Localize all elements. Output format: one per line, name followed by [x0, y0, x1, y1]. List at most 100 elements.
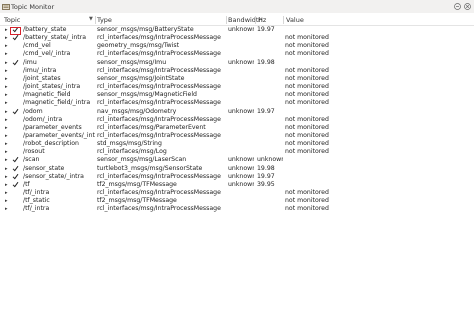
hz-value: 19.97	[257, 107, 275, 115]
table-row[interactable]: ▸ /cmd_vel/_intra rcl_interfaces/msg/Intra…	[0, 50, 474, 58]
expand-arrow-icon[interactable]: ▸	[5, 140, 8, 148]
selection-highlight	[10, 27, 21, 35]
expand-arrow-icon[interactable]: ▸	[5, 108, 8, 116]
table-row[interactable]: ▸ /tf/_intra rcl_interfaces/msg/IntraProce…	[0, 189, 474, 197]
topic-name: /tf/_intra	[23, 205, 50, 213]
expand-arrow-icon[interactable]: ▸	[5, 124, 8, 132]
value-cell: not monitored	[285, 83, 329, 91]
message-type: sensor_msgs/msg/LaserScan	[97, 156, 187, 164]
table-row[interactable]: ▸ /odom/_intra rcl_interfaces/msg/IntraPro…	[0, 116, 474, 124]
topic-name: /parameter_events/_intra	[23, 131, 95, 139]
table-row[interactable]: ▸ /tf tf2_msgs/msg/TFMessage unknown 39.95	[0, 181, 474, 189]
hz-value: 19.98	[257, 58, 275, 66]
topic-name: /tf	[23, 180, 30, 188]
message-type: nav_msgs/msg/Odometry	[97, 107, 177, 115]
table-row[interactable]: ▸ /battery_state/_intra rcl_interfaces/msg…	[0, 34, 474, 42]
value-cell: not monitored	[285, 115, 329, 123]
topic-name: /battery_state	[23, 26, 67, 33]
message-type: rcl_interfaces/msg/IntraProcessMessage	[97, 99, 221, 107]
expand-arrow-icon[interactable]: ▸	[5, 173, 8, 181]
expand-arrow-icon[interactable]: ▸	[5, 165, 8, 173]
table-row[interactable]: ▸ /odom nav_msgs/msg/Odometry unknown 19.97	[0, 108, 474, 116]
value-cell: not monitored	[285, 131, 329, 139]
table-row[interactable]: ▸ /rosout rcl_interfaces/msg/Log not monito…	[0, 148, 474, 156]
value-cell: not monitored	[285, 34, 329, 42]
expand-arrow-icon[interactable]: ▸	[5, 42, 8, 50]
message-type: rcl_interfaces/msg/IntraProcessMessage	[97, 131, 221, 139]
column-divider[interactable]	[226, 16, 227, 24]
sort-descending-icon[interactable]: ▼	[89, 16, 93, 22]
expand-arrow-icon[interactable]: ▸	[5, 99, 8, 107]
table-row[interactable]: ▸ /tf/_intra rcl_interfaces/msg/IntraProce…	[0, 205, 474, 213]
table-row[interactable]: ▸ /sensor_state/_intra rcl_interfaces/msg/…	[0, 173, 474, 181]
table-row[interactable]: ▸ /cmd_vel geometry_msgs/msg/Twist not moni…	[0, 42, 474, 50]
value-cell: not monitored	[285, 91, 329, 99]
topic-name: /joint_states/_intra	[23, 83, 81, 91]
column-header-value[interactable]: Value	[286, 16, 304, 24]
table-row[interactable]: ▸ /joint_states sensor_msgs/msg/JointState…	[0, 75, 474, 83]
table-row[interactable]: ▸ /imu sensor_msgs/msg/Imu unknown 19.98	[0, 59, 474, 67]
expand-arrow-icon[interactable]: ▸	[5, 181, 8, 189]
table-row[interactable]: ▸ /parameter_events/_intra rcl_interfaces/…	[0, 132, 474, 140]
table-row[interactable]: ▸ /joint_states/_intra rcl_interfaces/msg/…	[0, 83, 474, 91]
table-header: Topic ▼ Type Bandwidth Hz Value	[0, 15, 474, 26]
window-title: Topic Monitor	[11, 2, 55, 11]
bandwidth-value: unknown	[228, 156, 254, 164]
column-divider[interactable]	[95, 16, 96, 24]
topic-name: /cmd_vel/_intra	[23, 50, 71, 58]
close-icon[interactable]	[463, 2, 471, 10]
hz-value: 19.97	[257, 26, 275, 33]
table-row[interactable]: ▸ /scan sensor_msgs/msg/LaserScan unknown un…	[0, 156, 474, 164]
bandwidth-value: unknown	[228, 26, 254, 33]
expand-arrow-icon[interactable]: ▸	[5, 26, 8, 34]
expand-arrow-icon[interactable]: ▸	[5, 156, 8, 164]
column-header-topic[interactable]: Topic	[4, 16, 20, 24]
expand-arrow-icon[interactable]: ▸	[5, 132, 8, 140]
message-type: turtlebot3_msgs/msg/SensorState	[97, 164, 203, 172]
table-row[interactable]: ▸ /magnetic_field/_intra rcl_interfaces/ms…	[0, 99, 474, 107]
topic-name: /odom/_intra	[23, 115, 63, 123]
expand-arrow-icon[interactable]: ▸	[5, 189, 8, 197]
column-header-type[interactable]: Type	[97, 16, 112, 24]
window-controls	[453, 2, 471, 10]
value-cell: not monitored	[285, 140, 329, 148]
minimize-icon[interactable]	[453, 2, 461, 10]
expand-arrow-icon[interactable]: ▸	[5, 148, 8, 156]
expand-arrow-icon[interactable]: ▸	[5, 34, 8, 42]
table-row[interactable]: ▸ /parameter_events rcl_interfaces/msg/Par…	[0, 124, 474, 132]
topic-name: /tf/_intra	[23, 189, 50, 196]
message-type: std_msgs/msg/String	[97, 140, 162, 148]
expand-arrow-icon[interactable]: ▸	[5, 59, 8, 67]
topic-name: /tf_static	[23, 197, 50, 205]
topic-name: /rosout	[23, 148, 45, 156]
expand-arrow-icon[interactable]: ▸	[5, 197, 8, 205]
table-row[interactable]: ▸ /robot_description std_msgs/msg/String no…	[0, 140, 474, 148]
column-divider[interactable]	[283, 16, 284, 24]
topic-name: /robot_description	[23, 140, 79, 148]
expand-arrow-icon[interactable]: ▸	[5, 75, 8, 83]
value-cell: not monitored	[285, 50, 329, 58]
table-row[interactable]: ▸ /tf_static tf2_msgs/msg/TFMessage not mon…	[0, 197, 474, 205]
value-cell: not monitored	[285, 74, 329, 82]
topic-name: /cmd_vel	[23, 42, 51, 50]
table-row[interactable]: ▸ /magnetic_field sensor_msgs/msg/Magnetic…	[0, 91, 474, 99]
message-type: rcl_interfaces/msg/IntraProcessMessage	[97, 34, 221, 42]
topic-name: /joint_states	[23, 74, 61, 82]
column-divider[interactable]	[255, 16, 256, 24]
expand-arrow-icon[interactable]: ▸	[5, 83, 8, 91]
expand-arrow-icon[interactable]: ▸	[5, 116, 8, 124]
table-row[interactable]: ▸ /imu/_intra rcl_interfaces/msg/IntraProc…	[0, 67, 474, 75]
column-header-hz[interactable]: Hz	[258, 16, 266, 24]
topic-name: /parameter_events	[23, 123, 82, 131]
table-row[interactable]: ▸ /battery_state sensor_msgs/msg/BatterySt…	[0, 26, 474, 34]
expand-arrow-icon[interactable]: ▸	[5, 67, 8, 75]
value-cell: not monitored	[285, 148, 329, 156]
expand-arrow-icon[interactable]: ▸	[5, 91, 8, 99]
value-cell: not monitored	[285, 66, 329, 74]
table-row[interactable]: ▸ /sensor_state turtlebot3_msgs/msg/Sensor…	[0, 165, 474, 173]
expand-arrow-icon[interactable]: ▸	[5, 205, 8, 213]
expand-arrow-icon[interactable]: ▸	[5, 50, 8, 58]
bandwidth-value: unknown	[228, 58, 254, 66]
message-type: rcl_interfaces/msg/IntraProcessMessage	[97, 172, 221, 180]
message-type: sensor_msgs/msg/JointState	[97, 74, 185, 82]
